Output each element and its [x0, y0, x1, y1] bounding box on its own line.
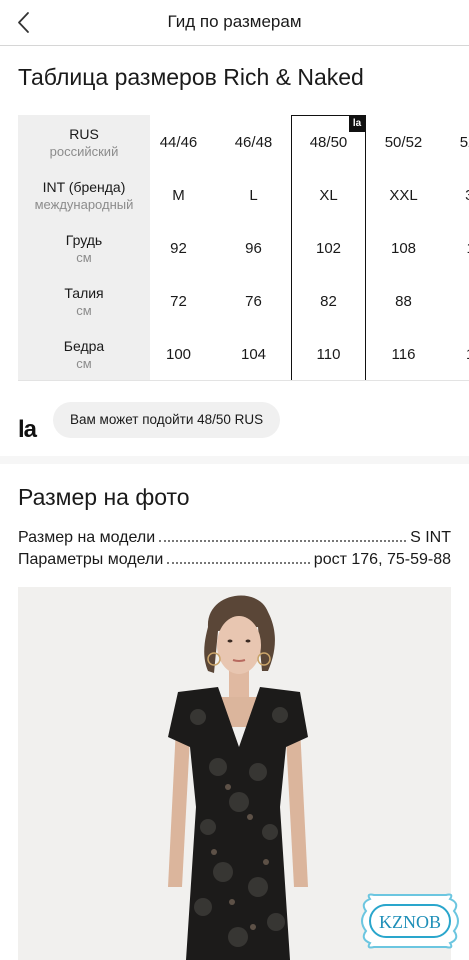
size-cell: 114: [441, 240, 469, 257]
size-cell: 100: [165, 346, 192, 363]
row-label-sub: см: [76, 303, 92, 318]
size-cell: 88: [395, 293, 412, 310]
size-table-title: Таблица размеров Rich & Naked: [18, 64, 364, 90]
size-cell: 96: [245, 240, 262, 257]
size-column-44-46[interactable]: 44/46 M 92 72 100: [150, 115, 216, 381]
param-value: S INT: [410, 529, 451, 546]
row-label-chest: Грудь см: [18, 231, 150, 267]
param-label: Размер на модели: [18, 529, 156, 546]
model-params-row: Параметры модели рост 176, 75-59-88: [18, 549, 451, 569]
size-cell: 92: [170, 240, 187, 257]
selected-size-highlight: la: [291, 115, 366, 381]
row-label-int: INT (бренда) международный: [18, 178, 150, 214]
section-divider: [0, 456, 469, 464]
param-label: Параметры модели: [18, 551, 164, 568]
size-cell: 94: [441, 293, 469, 310]
row-label-main: INT (бренда): [42, 179, 126, 195]
size-table-columns[interactable]: 44/46 M 92 72 100 46/48 L 96 76 104 48/5…: [150, 115, 469, 381]
row-label-main: Бедра: [63, 338, 105, 354]
row-label-main: RUS: [69, 126, 99, 142]
size-cell: 116: [391, 346, 416, 363]
size-cell: 72: [170, 293, 187, 310]
row-label-main: Грудь: [65, 232, 103, 248]
row-label-sub: см: [76, 250, 92, 265]
row-label-sub: см: [76, 356, 92, 371]
table-divider: [18, 380, 469, 381]
la-tag-badge: la: [349, 116, 365, 132]
row-label-waist: Талия см: [18, 284, 150, 320]
size-cell: 120: [441, 346, 469, 363]
size-cell: L: [249, 187, 258, 204]
size-cell: M: [172, 187, 185, 204]
size-column-52-54[interactable]: 52/54 3XL 114 94 120: [441, 115, 469, 381]
size-cell: 52/54: [459, 134, 469, 151]
row-label-sub: российский: [49, 144, 119, 159]
size-cell: 104: [240, 346, 267, 363]
size-recommendation-pill[interactable]: Вам может подойти 48/50 RUS: [53, 402, 281, 438]
size-cell: 50/52: [384, 134, 423, 151]
size-table: RUS российский INT (бренда) международны…: [18, 115, 469, 381]
model-size-row: Размер на модели S INT: [18, 527, 451, 547]
kznob-watermark: KZNOB: [356, 889, 464, 953]
size-column-50-52[interactable]: 50/52 XXL 108 88 116: [366, 115, 441, 381]
photo-size-title: Размер на фото: [18, 484, 190, 510]
size-table-row-labels: RUS российский INT (бренда) международны…: [18, 115, 150, 381]
dot-leader: [167, 562, 310, 564]
row-label-hips: Бедра см: [18, 337, 150, 373]
size-cell: 108: [390, 240, 417, 257]
top-bar: Гид по размерам: [0, 0, 469, 46]
watermark-frame: KZNOB: [361, 893, 459, 949]
size-cell: 76: [245, 293, 262, 310]
la-logo: la: [18, 416, 37, 443]
row-label-sub: международный: [34, 197, 134, 212]
watermark-text: KZNOB: [379, 912, 441, 932]
size-cell: XXL: [389, 187, 418, 204]
size-column-46-48[interactable]: 46/48 L 96 76 104: [216, 115, 291, 381]
dot-leader: [159, 540, 407, 542]
row-label-main: Талия: [64, 285, 104, 301]
row-label-rus: RUS российский: [18, 125, 150, 161]
size-cell: 3XL: [441, 187, 469, 204]
size-cell: 44/46: [159, 134, 198, 151]
page-title: Гид по размерам: [167, 12, 302, 31]
size-cell: 46/48: [234, 134, 273, 151]
param-value: рост 176, 75-59-88: [313, 551, 451, 568]
